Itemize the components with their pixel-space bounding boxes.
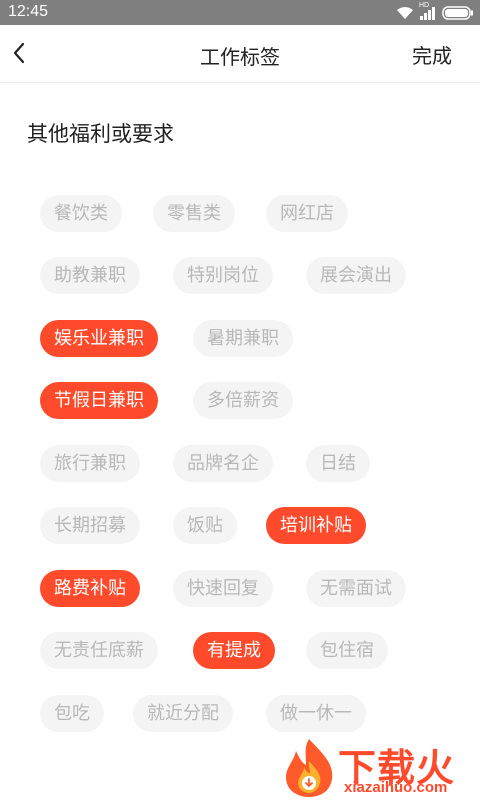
tag-chip[interactable]: 特别岗位 <box>173 257 273 294</box>
network-type-label: HD <box>419 1 430 9</box>
title-bar: 工作标签 完成 <box>0 25 480 83</box>
tag-chip[interactable]: 有提成 <box>193 632 275 669</box>
tag-chip[interactable]: 餐饮类 <box>40 195 122 232</box>
tag-chip[interactable]: 培训补贴 <box>266 507 366 544</box>
tag-chip[interactable]: 娱乐业兼职 <box>40 320 158 357</box>
tag-chip[interactable]: 包住宿 <box>306 632 388 669</box>
tag-chip[interactable]: 饭贴 <box>173 507 237 544</box>
signal-icon: HD <box>419 2 436 20</box>
status-time: 12:45 <box>8 3 49 20</box>
tag-chip[interactable]: 节假日兼职 <box>40 382 158 419</box>
tag-chip[interactable]: 品牌名企 <box>173 445 273 482</box>
tag-chip[interactable]: 展会演出 <box>306 257 406 294</box>
wifi-icon <box>396 6 414 20</box>
tag-chip[interactable]: 做一休一 <box>266 695 366 732</box>
flame-icon <box>282 737 336 803</box>
watermark-logo: 下载火 xiazaihuo.com <box>282 735 480 800</box>
tag-chip[interactable]: 无责任底薪 <box>40 632 158 669</box>
tag-chip[interactable]: 旅行兼职 <box>40 445 140 482</box>
tag-chip[interactable]: 长期招募 <box>40 507 140 544</box>
tag-chip[interactable]: 多倍薪资 <box>193 382 293 419</box>
status-bar: 12:45 HD <box>0 0 480 25</box>
status-icons: HD <box>396 2 474 22</box>
tag-chip[interactable]: 零售类 <box>153 195 235 232</box>
section-title: 其他福利或要求 <box>27 122 174 146</box>
tag-chip[interactable]: 快速回复 <box>173 570 273 607</box>
watermark-url: xiazaihuo.com <box>344 779 448 796</box>
tag-chip[interactable]: 网红店 <box>266 195 348 232</box>
tag-chip[interactable]: 助教兼职 <box>40 257 140 294</box>
page-title: 工作标签 <box>200 45 280 69</box>
tag-chip[interactable]: 路费补贴 <box>40 570 140 607</box>
tag-chip[interactable]: 暑期兼职 <box>193 320 293 357</box>
tag-chip[interactable]: 就近分配 <box>133 695 233 732</box>
tag-chip[interactable]: 包吃 <box>40 695 104 732</box>
done-button[interactable]: 完成 <box>412 40 452 69</box>
battery-icon <box>442 5 474 20</box>
tag-chip[interactable]: 无需面试 <box>306 570 406 607</box>
tag-chip[interactable]: 日结 <box>306 445 370 482</box>
